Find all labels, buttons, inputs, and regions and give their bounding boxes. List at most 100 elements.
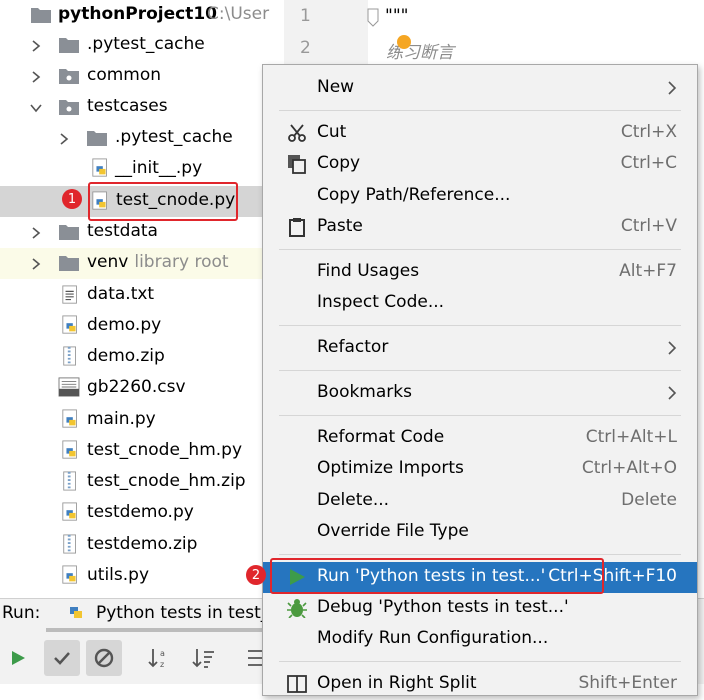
menu-item-label: Inspect Code... [317,292,445,312]
chevron-right-icon[interactable] [28,69,44,85]
tree-item-label: utils.py [87,565,149,585]
folder-icon [87,131,107,146]
paste-icon [289,218,305,237]
tree-item-label: testdemo.zip [87,534,198,554]
chevron-down-icon[interactable] [28,100,44,116]
tree-item-testcases-pytest-cache[interactable]: .pytest_cache [0,123,270,154]
highlight-box-2 [270,558,604,594]
code-line-1: """ [385,6,409,26]
tree-item-testdemo-zip[interactable]: testdemo.zip [0,530,270,561]
menu-item-label: Find Usages [317,261,420,281]
fold-marker-icon[interactable] [366,8,380,28]
csv-file-icon [58,377,80,397]
tree-item-label: .pytest_cache [115,127,233,147]
menu-item-copy-path[interactable]: Copy Path/Reference... [263,181,697,212]
chevron-right-icon [668,386,677,400]
context-menu: New Cut Ctrl+X Copy Ctrl+C Copy Path/Ref… [262,64,698,696]
highlight-box-1 [88,182,238,221]
menu-item-label: Debug 'Python tests in test...' [317,597,569,617]
run-label: Run: [2,603,41,623]
chevron-right-icon[interactable] [56,131,72,147]
tree-item-label: test_cnode_hm.zip [87,471,246,491]
bug-icon [287,599,307,618]
menu-separator [279,325,681,326]
tree-item-common[interactable]: common [0,61,270,92]
show-passed-button[interactable] [44,640,80,676]
menu-item-override-file-type[interactable]: Override File Type [263,517,697,548]
menu-item-label: Override File Type [317,521,469,541]
tree-item-test-cnode-hm-py[interactable]: test_cnode_hm.py [0,436,270,467]
sort-duration-button[interactable] [186,640,222,676]
menu-item-debug-tests[interactable]: Debug 'Python tests in test...' [263,593,697,624]
menu-item-shortcut: Ctrl+Alt+L [585,427,677,447]
tree-item-utils-py[interactable]: utils.py [0,561,270,592]
menu-item-label: Paste [317,216,363,236]
check-icon [54,652,70,665]
menu-separator [279,554,681,555]
menu-item-optimize-imports[interactable]: Optimize Imports Ctrl+Alt+O [263,454,697,485]
scissors-icon [288,124,306,142]
tree-item-testcases[interactable]: testcases [0,92,270,123]
chevron-right-icon [668,81,677,95]
tree-item-main-py[interactable]: main.py [0,405,270,436]
menu-item-find-usages[interactable]: Find Usages Alt+F7 [263,257,697,288]
show-ignored-button[interactable] [86,640,122,676]
chevron-right-icon[interactable] [28,38,44,54]
tree-item-label: testdata [87,221,158,241]
rerun-button[interactable] [0,640,36,676]
tree-item-pytest-cache[interactable]: .pytest_cache [0,30,270,61]
tree-item-data-txt[interactable]: data.txt [0,280,270,311]
run-tab[interactable]: Python tests in test_c [96,603,279,623]
python-file-icon [62,502,77,521]
python-file-icon [62,315,77,334]
menu-item-shortcut: Delete [621,490,677,510]
menu-item-delete[interactable]: Delete... Delete [263,486,697,517]
tree-root-row[interactable]: pythonProject10 C:\Users\ [0,0,270,31]
folder-icon [59,256,79,271]
chevron-right-icon[interactable] [28,225,44,241]
menu-item-bookmarks[interactable]: Bookmarks [263,378,697,409]
svg-text:z: z [160,660,164,669]
zip-file-icon [63,346,76,366]
menu-item-new[interactable]: New [263,73,697,104]
zip-file-icon [63,534,76,554]
menu-item-modify-run-config[interactable]: Modify Run Configuration... [263,624,697,655]
sort-alpha-icon: az [148,649,165,669]
tree-item-label: .pytest_cache [87,34,205,54]
tree-item-demo-py[interactable]: demo.py [0,311,270,342]
tree-item-test-cnode-hm-zip[interactable]: test_cnode_hm.zip [0,467,270,498]
sort-duration-icon [192,649,214,668]
menu-item-label: Bookmarks [317,382,412,402]
menu-item-copy[interactable]: Copy Ctrl+C [263,149,697,180]
ban-icon [94,648,114,668]
menu-item-cut[interactable]: Cut Ctrl+X [263,118,697,149]
tree-item-testdemo-py[interactable]: testdemo.py [0,498,270,529]
split-icon [287,675,307,693]
tree-item-demo-zip[interactable]: demo.zip [0,342,270,373]
tree-item-venv-text: venv library root [87,252,229,272]
tree-item-label: testcases [87,96,168,116]
tree-item-gb2260-csv[interactable]: gb2260.csv [0,373,270,404]
tree-item-label: __init__.py [115,158,203,178]
tree-item-testdata[interactable]: testdata [0,217,270,248]
tree-item-label: main.py [87,409,156,429]
bulb-icon[interactable] [396,34,412,50]
tree-item-init-py[interactable]: __init__.py [0,154,270,185]
menu-item-open-right-split[interactable]: Open in Right Split Shift+Enter [263,669,697,700]
menu-separator [279,661,681,662]
editor-gutter [284,0,368,64]
tree-item-venv[interactable]: venv library root [0,248,270,279]
menu-item-paste[interactable]: Paste Ctrl+V [263,212,697,243]
menu-item-refactor[interactable]: Refactor [263,333,697,364]
menu-item-shortcut: Ctrl+V [620,216,677,236]
project-path: C:\Users\ [207,4,270,24]
tree-item-label: data.txt [87,284,155,304]
package-folder-icon [59,69,79,84]
menu-item-reformat-code[interactable]: Reformat Code Ctrl+Alt+L [263,423,697,454]
line-number: 1 [300,6,311,26]
menu-item-shortcut: Ctrl+C [620,153,677,173]
chevron-right-icon[interactable] [28,256,44,272]
sort-alpha-button[interactable]: az [142,640,178,676]
package-folder-icon [59,100,79,115]
menu-item-inspect-code[interactable]: Inspect Code... [263,288,697,319]
